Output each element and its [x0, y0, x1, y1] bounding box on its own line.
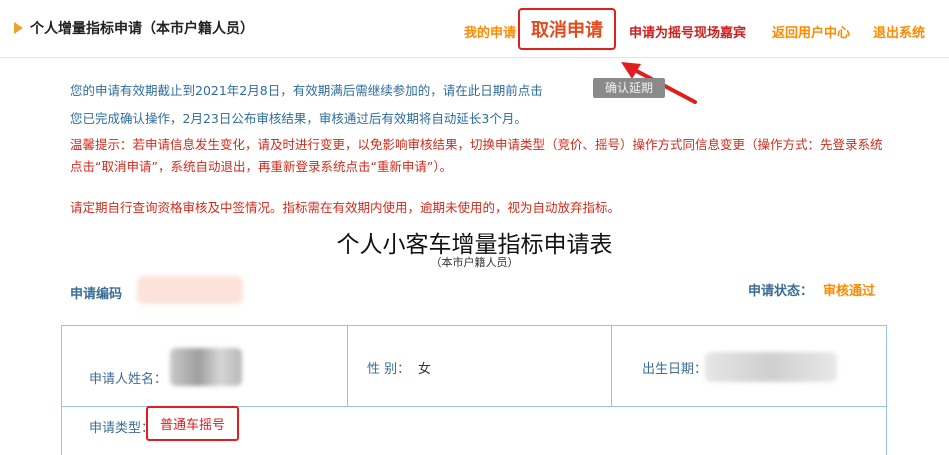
nav-cancel-application-button[interactable]: 取消申请 [518, 8, 616, 50]
application-code-redacted [137, 276, 243, 304]
gender-value: 女 [418, 362, 432, 377]
confirm-extension-button[interactable]: 确认延期 [593, 78, 665, 98]
validity-notice: 您的申请有效期截止到2021年2月8日，有效期满后需继续参加的，请在此日期前点击 [70, 83, 543, 98]
nav-back-user-center[interactable]: 返回用户中心 [772, 22, 850, 41]
form-subtitle: （本市户籍人员） [430, 256, 519, 269]
nav-exit-system[interactable]: 退出系统 [873, 22, 925, 41]
applicant-name-redacted [170, 348, 242, 386]
nav-lottery-guest[interactable]: 申请为摇号现场嘉宾 [629, 22, 746, 41]
reminder-notice: 请定期自行查询资格审核及中签情况。指标需在有效期内使用，逾期未使用的，视为自动放… [70, 200, 621, 215]
application-code-label: 申请编码 [70, 287, 123, 302]
top-nav: 我的申请 取消申请 申请为摇号现场嘉宾 返回用户中心 退出系统 [0, 0, 949, 57]
top-header: 个人增量指标申请（本市户籍人员） 我的申请 取消申请 申请为摇号现场嘉宾 返回用… [0, 0, 949, 58]
table-row: 申请人姓名： 性 别： 女 出生日期： [62, 326, 886, 407]
status-value: 审核通过 [823, 284, 876, 299]
tip-notice: 温馨提示：若申请信息发生变化，请及时进行变更，以免影响审核结果，切换申请类型（竞… [70, 137, 883, 174]
application-type-label: 申请类型： [89, 421, 155, 436]
applicant-name-label: 申请人姓名： [89, 372, 168, 387]
application-info-table: 申请人姓名： 性 别： 女 出生日期： 申请类型： 普通车摇号 [61, 325, 887, 455]
confirmed-notice: 您已完成确认操作，2月23日公布审核结果，审核通过后有效期将自动延长3个月。 [70, 111, 527, 126]
status-label: 申请状态： [748, 284, 814, 299]
gender-label: 性 别： [367, 362, 411, 377]
birth-date-label: 出生日期： [642, 362, 708, 377]
nav-my-application[interactable]: 我的申请 [464, 22, 516, 41]
birth-date-redacted [705, 352, 837, 382]
application-type-value: 普通车摇号 [146, 406, 240, 441]
